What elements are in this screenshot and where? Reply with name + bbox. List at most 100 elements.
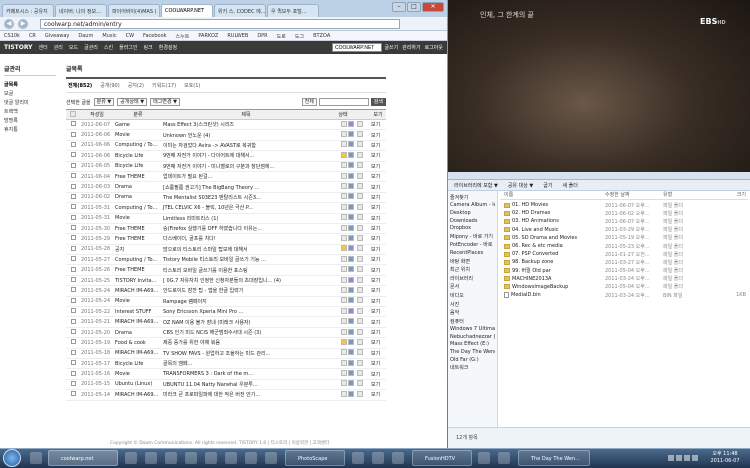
row-checkbox[interactable] bbox=[66, 368, 80, 380]
table-row[interactable]: 2011-05-24 MIRACH IM-A690... 안드로이드 잠깐 팁 - … bbox=[66, 285, 386, 297]
table-row[interactable]: 2011-05-20 Drama CBS 인기 미드 NCIS 해군범죄수사대 시즌… bbox=[66, 327, 386, 339]
row-status[interactable] bbox=[330, 296, 356, 308]
app-icon[interactable] bbox=[245, 452, 257, 464]
col-size[interactable]: 크기 bbox=[721, 191, 746, 199]
row-view-link[interactable]: 보기 bbox=[370, 275, 386, 287]
row-category[interactable]: Movie bbox=[114, 213, 162, 224]
row-view-link[interactable]: 보기 bbox=[370, 233, 386, 245]
file-row[interactable]: 06. Rec & etc media 2011-05-23 오후... 파일 폴더 bbox=[500, 242, 748, 250]
row-category[interactable]: Computing / To... bbox=[114, 140, 162, 152]
nav-item[interactable]: 음악 bbox=[450, 308, 495, 317]
row-category[interactable]: TISTORY Invita... bbox=[114, 275, 162, 287]
row-view-link[interactable]: 보기 bbox=[370, 296, 386, 308]
nav-item[interactable]: Mass Effect (E:) bbox=[450, 341, 495, 349]
row-checkbox[interactable] bbox=[66, 233, 80, 245]
row-title[interactable]: Tistory Mobile 티스토리 모바일 글쓰기 기능 ... bbox=[162, 254, 330, 266]
row-checkbox[interactable] bbox=[66, 337, 80, 349]
file-row[interactable]: 03. HD Animations 2011-06-07 오후... 파일 폴더 bbox=[500, 217, 748, 225]
taskbar-item-photoscape[interactable]: PhotoScape bbox=[285, 450, 345, 466]
row-view-link[interactable]: 보기 bbox=[370, 150, 386, 162]
row-title[interactable]: 다스베이더, 골프를 치다! bbox=[162, 233, 330, 245]
row-view-link[interactable]: 보기 bbox=[370, 358, 386, 370]
row-checkbox[interactable] bbox=[66, 358, 80, 370]
row-status[interactable] bbox=[330, 285, 356, 297]
forward-icon[interactable]: ▶ bbox=[18, 19, 28, 29]
row-view-link[interactable]: 보기 bbox=[370, 244, 386, 256]
menu-item[interactable]: 스킨 bbox=[104, 44, 113, 51]
row-checkbox[interactable] bbox=[66, 223, 80, 235]
close-button[interactable]: ✕ bbox=[422, 2, 444, 12]
tag-dropdown[interactable]: 태그변경 ▼ bbox=[150, 98, 180, 106]
row-checkbox[interactable] bbox=[66, 161, 80, 172]
table-row[interactable]: 2011-05-18 MIRACH IM-A690... TV SHOW FAVS … bbox=[66, 348, 386, 360]
visibility-dropdown[interactable]: 공개상태 ▼ bbox=[117, 98, 148, 106]
write-link[interactable]: 글쓰기 bbox=[384, 44, 398, 51]
bookmark[interactable]: CS10k bbox=[4, 33, 20, 39]
row-category[interactable]: Computing / To... bbox=[114, 202, 162, 214]
app-icon[interactable] bbox=[372, 452, 384, 464]
row-checkbox[interactable] bbox=[66, 264, 80, 276]
table-row[interactable]: 2011-05-14 MIRACH IM-A690... 미라크 큰 프로파일파에 … bbox=[66, 389, 386, 401]
file-row[interactable]: 01. HD Movies 2011-06-07 오후... 파일 폴더 bbox=[500, 201, 748, 209]
bookmark[interactable]: Music bbox=[102, 33, 116, 39]
sidebar-item-comments[interactable]: 댓글 알리미 bbox=[4, 98, 56, 107]
search-button[interactable]: 검색 bbox=[370, 98, 386, 106]
tab-active[interactable]: COOLWARP.NET bbox=[161, 4, 213, 17]
table-row[interactable]: 2011-05-19 Food & cook 제중 증가를 위한 야채 볶음 보기 bbox=[66, 337, 386, 349]
bookmark[interactable]: 도로 bbox=[277, 33, 286, 40]
row-checkbox[interactable] bbox=[66, 171, 80, 183]
row-category[interactable]: Bicycle Life bbox=[114, 150, 162, 162]
row-extra[interactable] bbox=[356, 275, 370, 287]
sidebar-item-trackback[interactable]: 트랙백 bbox=[4, 107, 56, 116]
row-view-link[interactable]: 보기 bbox=[370, 254, 386, 266]
maximize-button[interactable]: □ bbox=[407, 2, 421, 12]
row-checkbox[interactable] bbox=[66, 213, 80, 224]
nav-item[interactable]: 네트워크 bbox=[450, 363, 495, 372]
url-input[interactable]: coolwarp.net/admin/entry bbox=[40, 19, 400, 29]
row-status[interactable] bbox=[330, 368, 356, 380]
table-row[interactable]: 2011-05-16 Movie TRANSFORMERS 3 : Dark of … bbox=[66, 368, 386, 380]
row-view-link[interactable]: 보기 bbox=[370, 264, 386, 276]
table-row[interactable]: 2011-05-24 Movie Rampage 램페이지 보기 bbox=[66, 296, 386, 308]
row-category[interactable]: Drama bbox=[114, 181, 162, 193]
ie-icon[interactable] bbox=[30, 452, 42, 464]
row-extra[interactable] bbox=[356, 327, 370, 339]
row-status[interactable] bbox=[330, 264, 356, 276]
table-row[interactable]: 2011-05-28 공지 많으로의 티스토리 스마일 탑보에 대해서 보기 bbox=[66, 244, 386, 256]
row-status[interactable] bbox=[330, 213, 356, 224]
clock[interactable]: 오후 11:48 2011-06-07 bbox=[705, 451, 745, 465]
row-view-link[interactable]: 보기 bbox=[370, 389, 386, 401]
filter-public[interactable]: 공개(90) bbox=[100, 82, 119, 89]
row-extra[interactable] bbox=[356, 285, 370, 297]
share-button[interactable]: 공유 대상 ▼ bbox=[508, 182, 533, 189]
row-status[interactable] bbox=[330, 119, 356, 131]
tab-2[interactable]: 네이버: 나의 정보... bbox=[55, 4, 107, 17]
row-category[interactable]: Game bbox=[114, 119, 162, 131]
row-category[interactable]: Movie bbox=[114, 296, 162, 308]
app-icon[interactable] bbox=[478, 452, 490, 464]
bookmark[interactable]: Giveaway bbox=[45, 33, 69, 39]
row-title[interactable]: Mass Effect 3(스크린샷) 시리즈 bbox=[162, 119, 330, 131]
row-category[interactable]: Ubuntu (Linux) bbox=[114, 379, 162, 391]
table-row[interactable]: 2011-05-29 Free THEME 다스베이더, 골프를 치다! 보기 bbox=[66, 233, 386, 245]
tab-3[interactable]: 파이어바이(4)MAS ( bbox=[108, 4, 160, 17]
row-extra[interactable] bbox=[356, 244, 370, 256]
tab-1[interactable]: 카페트시스 : 공유지 bbox=[2, 4, 54, 17]
nav-item[interactable]: RecentPlaces bbox=[450, 249, 495, 257]
row-extra[interactable] bbox=[356, 213, 370, 224]
table-row[interactable]: 2011-06-07 Game Mass Effect 3(스크린샷) 시리즈 보기 bbox=[66, 119, 386, 131]
row-status[interactable] bbox=[330, 233, 356, 245]
row-title[interactable]: 미라크 큰 프로파일파에 대한 작은 버전 안기... bbox=[162, 389, 330, 401]
row-checkbox[interactable] bbox=[66, 275, 80, 287]
row-title[interactable]: 제중 증가를 위한 야채 볶음 bbox=[162, 337, 330, 349]
row-view-link[interactable]: 보기 bbox=[370, 192, 386, 204]
bookmark[interactable]: CR bbox=[29, 33, 36, 39]
menu-item[interactable]: 글관리 bbox=[84, 44, 98, 51]
table-row[interactable]: 2011-06-04 Free THEME 업데이트가 필요 된걸... 보기 bbox=[66, 171, 386, 183]
row-view-link[interactable]: 보기 bbox=[370, 181, 386, 193]
library-button[interactable]: 라이브러리에 포함 ▼ bbox=[454, 182, 498, 189]
row-view-link[interactable]: 보기 bbox=[370, 119, 386, 131]
table-row[interactable]: 2011-05-30 Free THEME 승(Firefox 실행기를 OFF 하… bbox=[66, 223, 386, 235]
row-status[interactable] bbox=[330, 358, 356, 370]
row-extra[interactable] bbox=[356, 389, 370, 401]
